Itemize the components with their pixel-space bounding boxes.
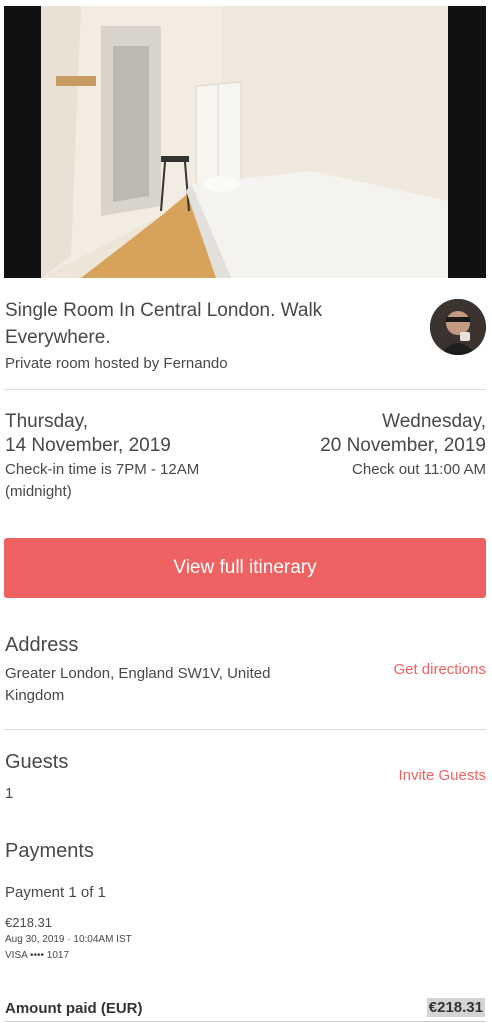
room-image bbox=[41, 6, 448, 278]
photo-letterbox-right bbox=[448, 6, 486, 278]
divider bbox=[4, 729, 486, 730]
divider bbox=[4, 389, 486, 390]
guests-heading: Guests bbox=[5, 751, 69, 773]
checkout-date: 20 November, 2019 bbox=[320, 435, 486, 456]
amount-paid-label: Amount paid (EUR) bbox=[5, 1000, 143, 1017]
payments-heading: Payments bbox=[5, 840, 94, 862]
checkout-block: Wednesday, 20 November, 2019 Check out 1… bbox=[246, 410, 486, 481]
checkout-note: Check out 11:00 AM bbox=[352, 461, 486, 478]
checkin-date: 14 November, 2019 bbox=[5, 435, 171, 456]
address-heading: Address bbox=[5, 634, 79, 656]
amount-paid-value: €218.31 bbox=[426, 998, 485, 1017]
checkin-day: Thursday, bbox=[5, 411, 89, 432]
payment-amount: €218.31 bbox=[5, 915, 52, 930]
checkout-day: Wednesday, bbox=[382, 411, 486, 432]
payment-card: VISA •••• 1017 bbox=[5, 950, 70, 961]
listing-photo[interactable] bbox=[4, 6, 486, 278]
listing-subtitle: Private room hosted by Fernando bbox=[5, 355, 228, 372]
guest-count: 1 bbox=[5, 785, 14, 802]
listing-header: Single Room In Central London. Walk Ever… bbox=[5, 297, 415, 374]
checkin-note: Check-in time is 7PM - 12AM (midnight) bbox=[5, 461, 200, 500]
payment-timestamp: Aug 30, 2019 · 10:04AM IST bbox=[5, 934, 132, 945]
address-text: Greater London, England SW1V, United Kin… bbox=[5, 665, 271, 704]
host-avatar[interactable] bbox=[430, 299, 486, 355]
view-itinerary-button[interactable]: View full itinerary bbox=[4, 538, 486, 598]
amount-paid-row: Amount paid (EUR) €218.31 bbox=[4, 996, 486, 1022]
invite-guests-link[interactable]: Invite Guests bbox=[398, 767, 486, 784]
payment-progress: Payment 1 of 1 bbox=[5, 884, 106, 901]
listing-title: Single Room In Central London. Walk Ever… bbox=[5, 300, 323, 348]
get-directions-link[interactable]: Get directions bbox=[393, 661, 486, 678]
photo-letterbox-left bbox=[4, 6, 41, 278]
checkin-block: Thursday, 14 November, 2019 Check-in tim… bbox=[5, 410, 265, 503]
